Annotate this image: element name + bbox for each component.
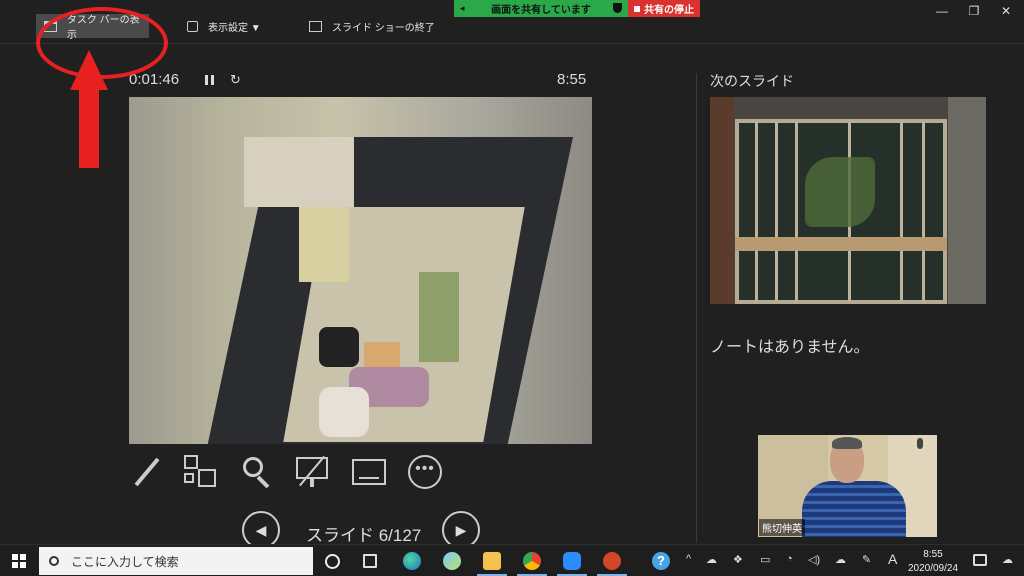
slide-garbage-bag bbox=[319, 327, 359, 367]
current-time: 8:55 bbox=[557, 71, 587, 88]
sharing-status-label: 画面を共有しています bbox=[491, 5, 591, 16]
end-slideshow-icon bbox=[309, 20, 322, 32]
restore-button[interactable]: ❐ bbox=[964, 4, 984, 18]
zoom-app-icon[interactable] bbox=[563, 552, 581, 570]
current-slide-image[interactable] bbox=[129, 97, 592, 444]
slide-blanket bbox=[319, 387, 369, 437]
windows-start-icon[interactable] bbox=[12, 554, 26, 568]
chrome-icon[interactable] bbox=[523, 552, 541, 570]
subtitles-icon[interactable] bbox=[352, 455, 386, 489]
preview-bar bbox=[795, 122, 798, 302]
slide-fridge bbox=[299, 207, 349, 282]
sharing-status[interactable]: ◂ 画面を共有しています bbox=[454, 0, 628, 17]
help-icon[interactable]: ? bbox=[652, 552, 670, 570]
preview-wall bbox=[948, 97, 986, 304]
slide-panels bbox=[419, 272, 459, 362]
preview-rail bbox=[735, 237, 947, 251]
volume-icon[interactable]: ◁) bbox=[808, 553, 820, 566]
stop-icon bbox=[634, 5, 640, 12]
black-screen-icon[interactable] bbox=[296, 455, 330, 489]
dropbox-icon[interactable]: ❖ bbox=[733, 553, 743, 566]
zoom-icon[interactable] bbox=[241, 455, 275, 489]
slide-counter[interactable]: スライド 6/127 bbox=[306, 521, 421, 546]
ime-indicator[interactable]: A bbox=[888, 551, 897, 567]
end-slideshow-button[interactable]: スライド ショーの終了 bbox=[309, 14, 435, 38]
app-icon[interactable] bbox=[443, 552, 461, 570]
pen-icon[interactable] bbox=[130, 455, 164, 489]
speaker-notes[interactable]: ノートはありません。 bbox=[710, 333, 870, 357]
pause-icon[interactable] bbox=[205, 75, 214, 85]
usb-icon[interactable]: ▭ bbox=[760, 553, 770, 566]
edge-icon[interactable] bbox=[403, 552, 421, 570]
task-view-icon[interactable] bbox=[363, 554, 377, 568]
microphone-icon bbox=[917, 438, 923, 449]
preview-bar bbox=[900, 122, 903, 302]
display-settings-button[interactable]: 表示設定 ▼ bbox=[187, 14, 261, 38]
preview-bar bbox=[775, 122, 778, 302]
webcam-shirt bbox=[802, 481, 906, 537]
taskbar-date[interactable]: 2020/09/24 bbox=[904, 563, 962, 574]
preview-bar bbox=[922, 122, 925, 302]
onedrive-icon[interactable]: ☁ bbox=[706, 553, 717, 566]
preview-leaves bbox=[805, 157, 875, 227]
shield-icon bbox=[613, 3, 622, 13]
close-button[interactable]: ✕ bbox=[996, 4, 1016, 18]
display-settings-label: 表示設定 ▼ bbox=[208, 22, 261, 34]
webcam-hair bbox=[832, 437, 862, 449]
notification-icon[interactable] bbox=[973, 554, 987, 566]
search-placeholder: ここに入力して検索 bbox=[71, 554, 179, 569]
screen-share-bar: ◂ 画面を共有しています 共有の停止 bbox=[454, 0, 700, 17]
stop-share-label: 共有の停止 bbox=[644, 5, 694, 16]
stop-share-button[interactable]: 共有の停止 bbox=[628, 0, 700, 17]
minimize-button[interactable]: — bbox=[932, 4, 952, 18]
preview-bar bbox=[755, 122, 758, 302]
next-slide-heading: 次のスライド bbox=[710, 73, 794, 89]
webcam-video[interactable]: 熊切伸英 bbox=[758, 435, 937, 537]
taskbar-search-box[interactable]: ここに入力して検索 bbox=[39, 547, 313, 575]
powerpoint-icon[interactable] bbox=[603, 552, 621, 570]
cloud-icon[interactable]: ☁ bbox=[835, 553, 846, 566]
participant-name: 熊切伸英 bbox=[759, 519, 805, 536]
more-options-icon[interactable]: ••• bbox=[408, 455, 442, 489]
pen-tray-icon[interactable]: ✎ bbox=[862, 553, 871, 566]
reset-timer-icon[interactable]: ↻ bbox=[230, 72, 241, 88]
file-explorer-icon[interactable] bbox=[483, 552, 501, 570]
annotation-arrow-head bbox=[70, 50, 108, 90]
weather-icon[interactable]: ☁ bbox=[1002, 553, 1013, 566]
annotation-arrow-shaft bbox=[79, 88, 99, 168]
preview-post bbox=[710, 97, 734, 304]
drag-handle-icon[interactable]: ◂ bbox=[460, 3, 468, 13]
display-settings-icon bbox=[187, 20, 198, 32]
see-all-slides-icon[interactable] bbox=[184, 455, 218, 489]
windows-taskbar: ここに入力して検索 ? ^ ☁ ❖ ▭ ◔ ◁) ☁ ✎ A 8:55 2020… bbox=[0, 544, 1024, 576]
cortana-icon[interactable] bbox=[325, 554, 340, 569]
search-icon bbox=[49, 556, 59, 566]
next-slide-preview[interactable] bbox=[710, 97, 986, 304]
pane-divider[interactable] bbox=[696, 73, 697, 543]
slide-truck-cab bbox=[244, 137, 354, 207]
taskbar-time[interactable]: 8:55 bbox=[908, 549, 958, 560]
wifi-icon[interactable]: ◔ bbox=[786, 553, 793, 565]
chevron-up-icon[interactable]: ^ bbox=[686, 553, 691, 565]
end-slideshow-label: スライド ショーの終了 bbox=[332, 22, 435, 34]
